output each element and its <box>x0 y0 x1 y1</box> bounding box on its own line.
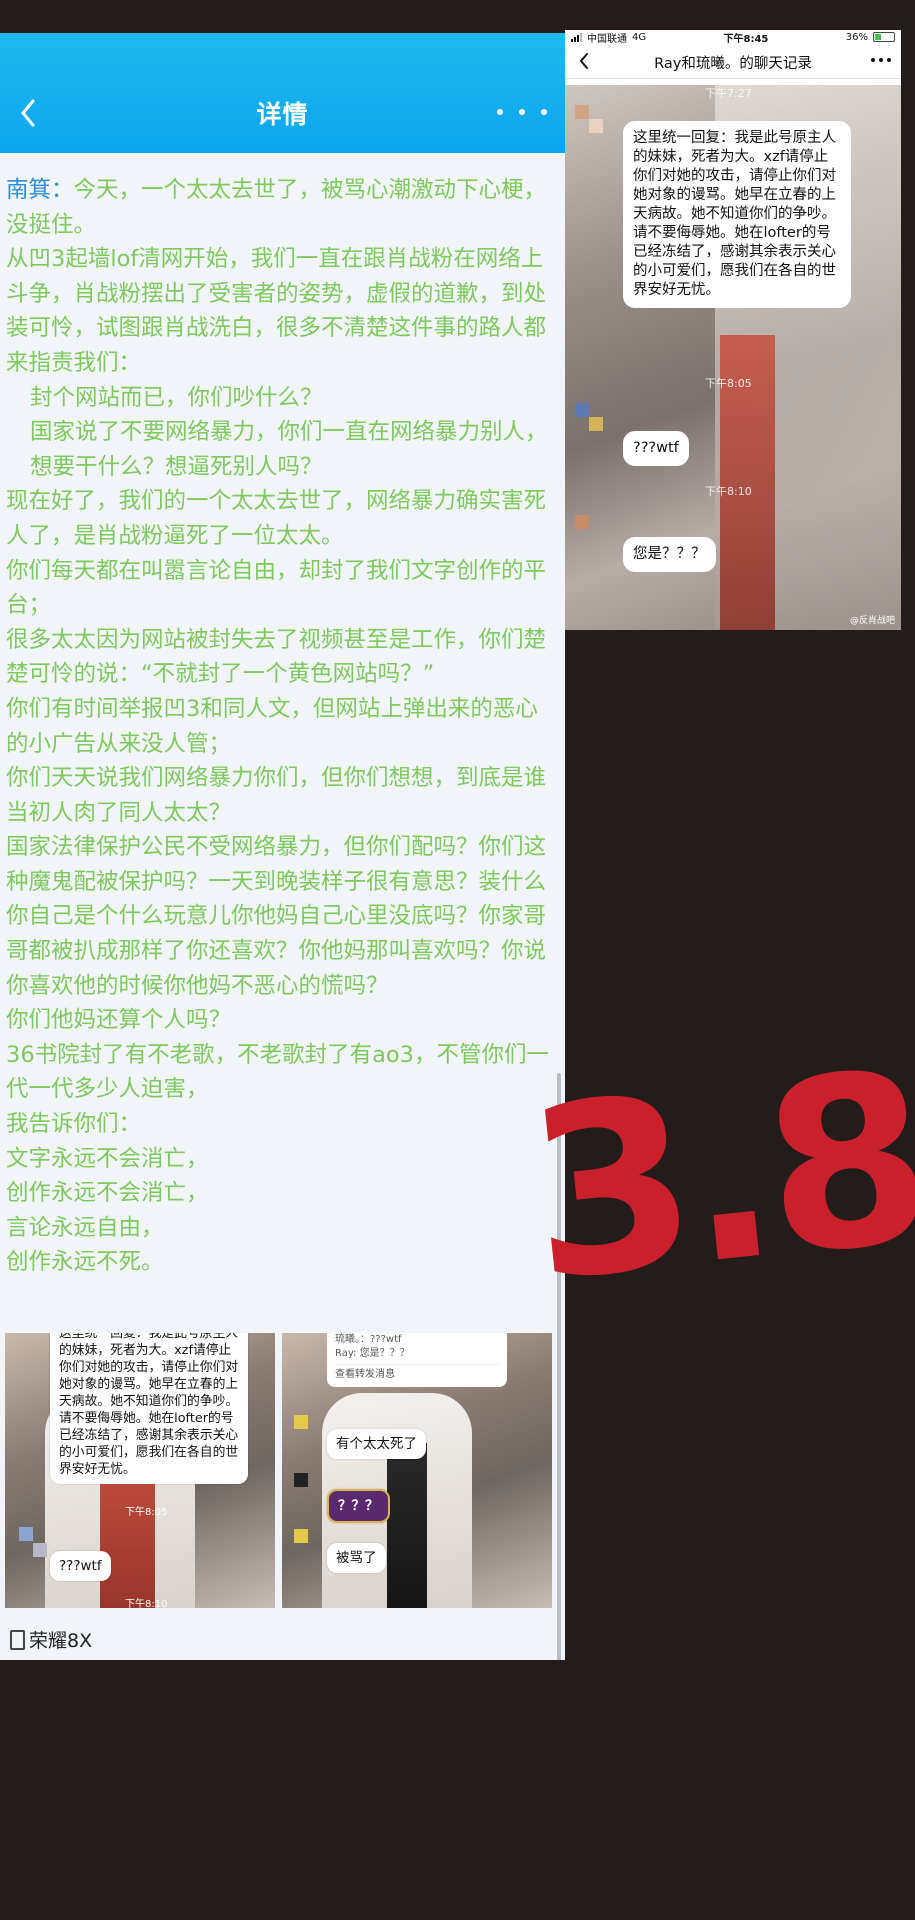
post-images: 这里统一回复：我是此号原主人的妹妹，死者为大。xzf请停止你们对她的攻击，请停止… <box>5 1333 555 1608</box>
avatar <box>294 1415 308 1429</box>
author-colon: ： <box>51 177 74 203</box>
post-paragraph: 你们天天说我们网络暴力你们，但你们想想，到底是谁当初人肉了同人太太？ <box>6 765 547 826</box>
avatar <box>575 105 589 119</box>
avatar <box>589 119 603 133</box>
watermark: @反肖战吧 <box>849 616 895 626</box>
battery-icon <box>872 32 895 42</box>
dot-icon <box>887 58 891 62</box>
device-name: 荣耀8X <box>29 1630 93 1652</box>
post-paragraph: 创作永远不会消亡， <box>6 1180 209 1207</box>
chat-screenshot: 中国联通 4G 下午8:45 36% Ray和琉曦。的聊天记录 下午7:27 这… <box>565 30 901 630</box>
post-paragraph: 现在好了，我们的一个太太去世了，网络暴力确实害死人了，是肖战粉逼死了一位太太。 <box>6 488 547 549</box>
forwarded-message-card[interactable]: 琉曦。：???wtf Ray: 您是？？？ 查看转发消息 <box>327 1333 507 1387</box>
chat-time: 下午8:05 <box>125 1507 168 1518</box>
avatar <box>294 1473 308 1487</box>
chat-time: 下午7:27 <box>705 87 752 100</box>
dot-icon <box>519 109 525 115</box>
dot-icon <box>497 109 503 115</box>
avatar <box>19 1527 33 1541</box>
more-button[interactable] <box>871 58 891 62</box>
device-label: 荣耀8X <box>10 1626 92 1653</box>
avatar <box>294 1529 308 1543</box>
post-image-1[interactable]: 这里统一回复：我是此号原主人的妹妹，死者为大。xzf请停止你们对她的攻击，请停止… <box>5 1333 275 1608</box>
chat-bubble: 被骂了 <box>327 1543 386 1573</box>
chat-bubble: 您是？？？ <box>623 537 716 572</box>
post-paragraph: 从凹3起墙lof清网开始，我们一直在跟肖战粉在网络上斗争，肖战粉摆出了受害者的姿… <box>6 246 547 376</box>
chat-time: 下午8:10 <box>125 1599 168 1608</box>
post-author[interactable]: 南箕 <box>6 177 51 203</box>
forward-link[interactable]: 查看转发消息 <box>335 1364 499 1382</box>
post-paragraph: 国家说了不要网络暴力，你们一直在网络暴力别人，想要干什么？想逼死别人吗？ <box>30 419 548 480</box>
post-image-2[interactable]: 琉曦。：???wtf Ray: 您是？？？ 查看转发消息 有个太太死了 ？？？ … <box>282 1333 552 1608</box>
chat-bubble: ???wtf <box>50 1551 111 1581</box>
post-paragraph: 36书院封了有不老歌，不老歌封了有ao3，不管你们一代一代多少人迫害， <box>6 1041 550 1103</box>
status-bar: 中国联通 4G 下午8:45 36% <box>565 30 901 45</box>
dot-icon <box>541 109 547 115</box>
chat-bubble: ???wtf <box>623 431 689 466</box>
scarf-shape <box>387 1443 427 1608</box>
dot-icon <box>879 58 883 62</box>
chat-bubble: 这里统一回复：我是此号原主人的妹妹，死者为大。xzf请停止你们对她的攻击，请停止… <box>623 121 851 308</box>
post-paragraph: 国家法律保护公民不受网络暴力，但你们配吗？你们这种魔鬼配被保护吗？一天到晚装样子… <box>6 834 547 999</box>
more-button[interactable] <box>497 97 547 127</box>
network-type: 4G <box>632 31 647 43</box>
detail-header: 详情 <box>0 33 565 153</box>
battery-percent: 36% <box>845 31 868 43</box>
avatar <box>589 417 603 431</box>
sticker-bubble: ？？？ <box>327 1489 390 1523</box>
dot-icon <box>871 58 875 62</box>
phone-icon <box>10 1629 25 1650</box>
carrier: 中国联通 <box>587 33 627 45</box>
post-paragraph: 我告诉你们： <box>6 1111 142 1138</box>
page-title: 详情 <box>256 100 309 129</box>
post-paragraph: 创作永远不死。 <box>6 1249 164 1276</box>
chat-time: 下午8:10 <box>705 485 752 498</box>
avatar <box>33 1543 47 1557</box>
chat-bubble: 有个太太死了 <box>327 1429 426 1459</box>
post-paragraph: 言论永远自由， <box>6 1214 164 1241</box>
forward-line: Ray: 您是？？？ <box>335 1348 410 1359</box>
post-paragraph: 你们有时间举报凹3和同人文，但网站上弹出来的恶心的小广告从来没人管； <box>6 695 538 757</box>
post-paragraph: 你们他妈还算个人吗？ <box>6 1007 232 1034</box>
chat-time: 下午8:05 <box>705 377 752 390</box>
chat-bubble: 这里统一回复：我是此号原主人的妹妹，死者为大。xzf请停止你们对她的攻击，请停止… <box>50 1333 248 1484</box>
post-paragraph: 很多太太因为网站被封失去了视频甚至是工作，你们楚楚可怜的说：“不就封了一个黄色网… <box>6 626 547 688</box>
chat-messages: 下午7:27 这里统一回复：我是此号原主人的妹妹，死者为大。xzf请停止你们对她… <box>565 85 901 630</box>
detail-screenshot: 详情 南箕：今天，一个太太去世了，被骂心潮激动下心梗，没挺住。 从凹3起墙lof… <box>0 33 565 1660</box>
post-paragraph: 文字永远不会消亡， <box>6 1145 209 1172</box>
big-number: 3.8 <box>516 1021 915 1334</box>
post-first-line: 南箕：今天，一个太太去世了，被骂心潮激动下心梗，没挺住。 <box>6 173 549 242</box>
post-paragraph: 你们每天都在叫嚣言论自由，却封了我们文字创作的平台； <box>6 557 547 619</box>
signal-icon <box>571 32 582 42</box>
chat-title: Ray和琉曦。的聊天记录 <box>654 56 812 72</box>
post-paragraph: 封个网站而已，你们吵什么？ <box>30 384 323 411</box>
status-time: 下午8:45 <box>723 33 769 45</box>
avatar <box>575 403 589 417</box>
post-text: 今天，一个太太去世了，被骂心潮激动下心梗，没挺住。 <box>6 177 547 238</box>
post-body: 南箕：今天，一个太太去世了，被骂心潮激动下心梗，没挺住。 从凹3起墙lof清网开… <box>0 153 565 1280</box>
chat-nav-bar: Ray和琉曦。的聊天记录 <box>565 44 901 79</box>
avatar <box>575 515 589 529</box>
forward-line: 琉曦。：???wtf <box>335 1334 402 1345</box>
